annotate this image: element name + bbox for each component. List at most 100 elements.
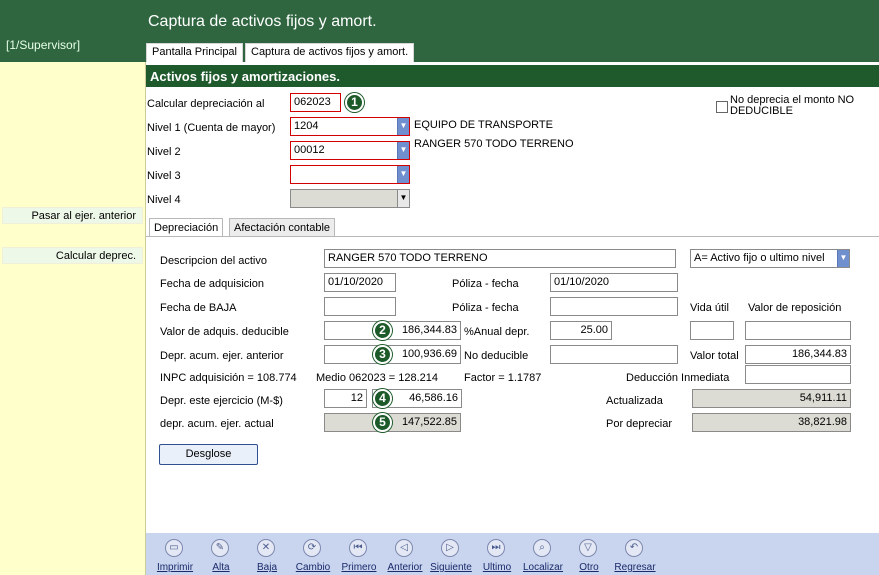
- no-deprecia-checkbox[interactable]: [716, 101, 728, 113]
- first-record-icon: ⏮: [349, 539, 367, 557]
- poliza-fecha-value: 01/10/2020: [554, 276, 610, 288]
- last-record-icon: ⏭: [487, 539, 505, 557]
- nivel1-description: EQUIPO DE TRANSPORTE: [414, 119, 553, 131]
- nivel4-label: Nivel 4: [147, 194, 181, 206]
- calc-depreciacion-input[interactable]: 062023: [290, 93, 341, 112]
- nivel3-dropdown-icon[interactable]: ▼: [397, 166, 409, 183]
- tab-divider: [146, 236, 879, 237]
- inpc-medio-text: Medio 062023 = 128.214: [316, 372, 439, 384]
- search-icon: ⌕: [533, 539, 551, 557]
- other-icon: ▽: [579, 539, 597, 557]
- descripcion-label: Descripcion del activo: [160, 255, 267, 267]
- section-title: Activos fijos y amortizaciones.: [146, 65, 879, 87]
- valor-reposicion-input[interactable]: [745, 321, 851, 340]
- user-label: [1/Supervisor]: [6, 38, 81, 52]
- nivel3-label: Nivel 3: [147, 170, 181, 182]
- descripcion-input[interactable]: RANGER 570 TODO TERRENO: [324, 249, 676, 268]
- toolbar-regresar-button[interactable]: ↶ Regresar: [612, 533, 658, 575]
- nivel2-input[interactable]: 00012 ▼: [290, 141, 410, 160]
- descripcion-value: RANGER 570 TODO TERRENO: [328, 252, 488, 264]
- toolbar-label: Regresar: [614, 562, 656, 573]
- nivel4-dropdown-icon[interactable]: ▼: [397, 190, 409, 207]
- step-badge-5: 5: [373, 413, 392, 432]
- tab-captura-activos[interactable]: Captura de activos fijos y amort.: [245, 43, 415, 62]
- por-depreciar-label: Por depreciar: [606, 418, 673, 430]
- nivel2-description: RANGER 570 TODO TERRENO: [414, 138, 574, 150]
- vida-util-label: Vida útil: [690, 302, 729, 314]
- por-depreciar-input[interactable]: 38,821.98: [692, 413, 851, 432]
- pasar-ejercicio-anterior-button[interactable]: Pasar al ejer. anterior: [2, 207, 143, 224]
- next-record-icon: ▷: [441, 539, 459, 557]
- poliza-fecha-label: Póliza - fecha: [452, 278, 519, 290]
- sidebar: Pasar al ejer. anterior Calcular deprec.: [0, 62, 146, 575]
- step-badge-3: 3: [373, 345, 392, 364]
- nivel2-dropdown-icon[interactable]: ▼: [397, 142, 409, 159]
- depr-acum-act-input[interactable]: 147,522.85: [324, 413, 461, 432]
- nivel1-label: Nivel 1 (Cuenta de mayor): [147, 122, 276, 134]
- depr-acum-ant-value: 100,936.69: [401, 348, 457, 360]
- por-depreciar-value: 38,821.98: [798, 416, 847, 428]
- deduccion-inmediata-input[interactable]: [745, 365, 851, 384]
- return-icon: ↶: [625, 539, 643, 557]
- vida-util-input[interactable]: [690, 321, 734, 340]
- nivel2-value: 00012: [294, 144, 325, 156]
- tab-bar: Pantalla Principal Captura de activos fi…: [146, 43, 416, 62]
- nivel1-value: 1204: [294, 120, 319, 132]
- nivel3-input[interactable]: ▼: [290, 165, 410, 184]
- tab-afectacion-contable[interactable]: Afectación contable: [229, 218, 336, 237]
- fecha-adq-label: Fecha de adquisicion: [160, 278, 264, 290]
- valor-total-label: Valor total: [690, 350, 739, 362]
- tipo-activo-dropdown-icon[interactable]: ▼: [837, 250, 849, 267]
- step-badge-1: 1: [345, 93, 364, 112]
- fecha-adq-input[interactable]: 01/10/2020: [324, 273, 396, 292]
- app-header: Captura de activos fijos y amort. [1/Sup…: [0, 0, 879, 62]
- anual-depr-value: 25.00: [580, 324, 608, 336]
- add-document-icon: ✎: [211, 539, 229, 557]
- depr-ejercicio-meses-value: 12: [350, 392, 363, 404]
- no-deducible-input[interactable]: [550, 345, 678, 364]
- poliza-fecha-input[interactable]: 01/10/2020: [550, 273, 678, 292]
- fecha-baja-label: Fecha de BAJA: [160, 302, 237, 314]
- tab-pantalla-principal[interactable]: Pantalla Principal: [146, 43, 243, 62]
- poliza-fecha2-label: Póliza - fecha: [452, 302, 519, 314]
- tipo-activo-value: A= Activo fijo o ultimo nivel: [694, 252, 825, 264]
- valor-adq-label: Valor de adquis. deducible: [160, 326, 289, 338]
- depr-acum-ant-label: Depr. acum. ejer. anterior: [160, 350, 284, 362]
- poliza-fecha2-input[interactable]: [550, 297, 678, 316]
- actualizada-value: 54,911.11: [799, 392, 847, 404]
- depr-ejercicio-meses-input[interactable]: 12: [324, 389, 367, 408]
- depr-acum-act-label: depr. acum. ejer. actual: [160, 418, 274, 430]
- change-icon: ⟳: [303, 539, 321, 557]
- step-badge-4: 4: [373, 389, 392, 408]
- actualizada-label: Actualizada: [606, 395, 663, 407]
- depr-acum-act-value: 147,522.85: [401, 416, 457, 428]
- desglose-button[interactable]: Desglose: [159, 444, 258, 465]
- depr-ejercicio-label: Depr. este ejercicio (M-$): [160, 395, 283, 407]
- step-badge-2: 2: [373, 321, 392, 340]
- calcular-deprec-button[interactable]: Calcular deprec.: [2, 247, 143, 264]
- deduccion-inmediata-label: Deducción Inmediata: [626, 372, 730, 384]
- calc-depreciacion-value: 062023: [294, 96, 331, 108]
- valor-total-input[interactable]: 186,344.83: [745, 345, 851, 364]
- valor-adq-input[interactable]: 186,344.83: [324, 321, 461, 340]
- depr-ejercicio-value: 46,586.16: [409, 392, 458, 404]
- nivel4-input[interactable]: ▼: [290, 189, 410, 208]
- printer-icon: ▭: [165, 539, 183, 557]
- anual-depr-input[interactable]: 25.00: [550, 321, 612, 340]
- factor-text: Factor = 1.1787: [464, 372, 542, 384]
- nivel1-input[interactable]: 1204 ▼: [290, 117, 410, 136]
- previous-record-icon: ◁: [395, 539, 413, 557]
- nivel1-dropdown-icon[interactable]: ▼: [397, 118, 409, 135]
- depr-acum-ant-input[interactable]: 100,936.69: [324, 345, 461, 364]
- calc-depreciacion-label: Calcular depreciación al: [147, 98, 265, 110]
- no-deprecia-label: No deprecia el monto NO DEDUCIBLE: [730, 94, 855, 117]
- tab-depreciacion[interactable]: Depreciación: [149, 218, 224, 237]
- actualizada-input[interactable]: 54,911.11: [692, 389, 851, 408]
- nivel2-label: Nivel 2: [147, 146, 181, 158]
- no-deducible-label: No deducible: [464, 350, 529, 362]
- app-title: Captura de activos fijos y amort.: [148, 13, 377, 30]
- tipo-activo-select[interactable]: A= Activo fijo o ultimo nivel ▼: [690, 249, 850, 268]
- fecha-baja-input[interactable]: [324, 297, 396, 316]
- anual-depr-label: %Anual depr.: [464, 326, 530, 338]
- valor-adq-value: 186,344.83: [401, 324, 457, 336]
